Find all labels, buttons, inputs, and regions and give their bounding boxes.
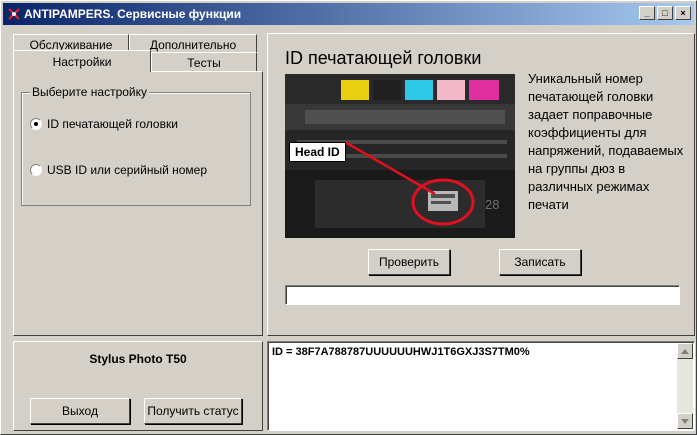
tab-tests[interactable]: Тесты <box>151 52 257 72</box>
close-icon: × <box>680 7 686 18</box>
log-scrollbar[interactable] <box>677 343 693 429</box>
get-status-button[interactable]: Получить статус <box>144 398 242 424</box>
radio-head-id-label: ID печатающей головки <box>47 117 178 131</box>
radio-usb-id-indicator <box>30 164 42 176</box>
exit-button[interactable]: Выход <box>30 398 130 424</box>
tab-settings[interactable]: Настройки <box>13 50 151 72</box>
scroll-down-icon <box>681 418 689 424</box>
check-button-label: Проверить <box>378 255 439 269</box>
printer-status-panel: Stylus Photo T50 Выход Получить статус <box>13 341 263 431</box>
minimize-icon: _ <box>644 7 650 18</box>
title-bar[interactable]: ANTIPAMPERS. Сервисные функции _ □ × <box>3 3 694 25</box>
tab-additional-label: Дополнительно <box>149 37 237 52</box>
tab-tests-label: Тесты <box>187 55 221 70</box>
printhead-image: 28 Head ID <box>285 74 515 238</box>
maximize-icon: □ <box>662 7 668 18</box>
app-icon <box>6 6 22 22</box>
maximize-button[interactable]: □ <box>657 6 673 20</box>
write-button[interactable]: Записать <box>499 249 581 275</box>
scroll-down-button[interactable] <box>677 413 693 429</box>
log-area[interactable]: ID = 38F7A788787UUUUUUHWJ1T6GXJ3S7TM0% <box>267 341 695 431</box>
settings-group-label: Выберите настройку <box>30 85 150 99</box>
head-id-input[interactable] <box>285 285 680 305</box>
write-button-label: Записать <box>514 255 566 269</box>
settings-tab-panel: Выберите настройку ID печатающей головки… <box>13 71 263 336</box>
printhead-number: 28 <box>485 197 499 212</box>
get-status-button-label: Получить статус <box>147 404 239 418</box>
close-button[interactable]: × <box>675 6 691 20</box>
main-panel: ID печатающей головки 28 Head ID Уникаль… <box>267 33 695 336</box>
radio-head-id[interactable]: ID печатающей головки <box>30 117 178 131</box>
radio-head-id-indicator <box>30 118 42 130</box>
check-button[interactable]: Проверить <box>368 249 450 275</box>
log-text: ID = 38F7A788787UUUUUUHWJ1T6GXJ3S7TM0% <box>272 346 530 358</box>
head-id-callout: Head ID <box>289 142 346 162</box>
exit-button-label: Выход <box>62 404 98 418</box>
minimize-button[interactable]: _ <box>639 6 655 20</box>
settings-groupbox: Выберите настройку ID печатающей головки… <box>21 85 251 206</box>
page-title: ID печатающей головки <box>285 48 482 68</box>
scroll-up-button[interactable] <box>677 343 693 359</box>
tab-settings-label: Настройки <box>52 54 112 69</box>
radio-usb-id-label: USB ID или серийный номер <box>47 163 208 177</box>
window-title: ANTIPAMPERS. Сервисные функции <box>24 7 242 21</box>
scroll-up-icon <box>681 348 689 354</box>
app-window: ANTIPAMPERS. Сервисные функции _ □ × Обс… <box>0 0 697 435</box>
printer-model: Stylus Photo T50 <box>89 352 187 366</box>
radio-usb-id[interactable]: USB ID или серийный номер <box>30 163 207 177</box>
description-text: Уникальный номер печатающей головки зада… <box>528 71 684 212</box>
